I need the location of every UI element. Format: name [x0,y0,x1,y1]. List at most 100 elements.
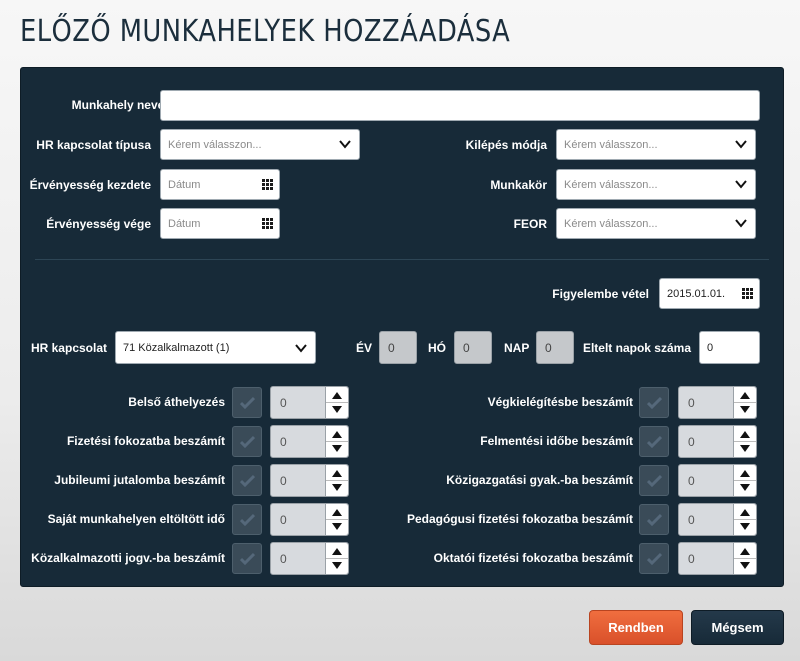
spinner-buttons[interactable] [325,543,348,574]
spinner-up-icon[interactable] [332,509,342,516]
valid-from-label: Érvényesség kezdete [29,178,151,192]
workplace-name-input[interactable] [160,90,760,121]
row-label: Közalkalmazotti jogv.-ba beszámít [31,551,225,565]
spinner-down-icon[interactable] [740,484,750,491]
job-placeholder: Kérem válasszon... [564,178,658,191]
hr-type-placeholder: Kérem válasszon... [168,138,262,151]
day-label: NAP [504,341,530,355]
row-label: Fizetési fokozatba beszámít [66,434,225,448]
spinner-up-icon[interactable] [740,431,750,438]
row-spinner[interactable]: 0 [678,503,757,536]
hr-type-select[interactable]: Kérem válasszon... [160,129,360,160]
row-label: Felmentési időbe beszámít [480,434,633,448]
spinner-down-icon[interactable] [740,562,750,569]
row-label: Jubileumi jutalomba beszámít [54,473,225,487]
row-checkbox[interactable] [639,426,669,457]
spinner-divider [734,558,756,559]
spinner-down-icon[interactable] [740,445,750,452]
check-icon [240,513,255,526]
row-spinner[interactable]: 0 [270,386,349,419]
consider-date-value: 2015.01.01. [667,287,726,300]
spinner-down-icon[interactable] [740,406,750,413]
job-select[interactable]: Kérem válasszon... [556,169,756,200]
spinner-up-icon[interactable] [740,548,750,555]
spinner-buttons[interactable] [733,465,756,496]
spinner-down-icon[interactable] [332,562,342,569]
spinner-divider [734,519,756,520]
spinner-up-icon[interactable] [332,470,342,477]
row-spinner-value: 0 [280,396,287,410]
day-value: 0 [536,331,574,364]
row-spinner[interactable]: 0 [270,425,349,458]
spinner-divider [734,441,756,442]
valid-from-input[interactable]: Dátum [160,169,280,200]
calendar-icon[interactable] [262,218,273,229]
job-label: Munkakör [490,178,547,192]
valid-from-placeholder: Dátum [168,178,201,191]
spinner-buttons[interactable] [733,543,756,574]
row-label: Belső áthelyezés [128,395,225,409]
chevron-down-icon [735,219,747,228]
consider-label: Figyelembe vétel [552,287,649,301]
row-spinner[interactable]: 0 [678,425,757,458]
row-checkbox[interactable] [639,504,669,535]
calendar-icon[interactable] [742,288,753,299]
check-icon [240,552,255,565]
row-spinner-value: 0 [688,396,695,410]
spinner-up-icon[interactable] [740,470,750,477]
spinner-down-icon[interactable] [332,484,342,491]
consider-date-input[interactable]: 2015.01.01. [659,278,760,309]
exit-mode-select[interactable]: Kérem válasszon... [556,129,756,160]
row-spinner[interactable]: 0 [678,464,757,497]
spinner-buttons[interactable] [325,465,348,496]
year-label: ÉV [356,341,373,355]
row-spinner-value: 0 [280,513,287,527]
spinner-up-icon[interactable] [740,392,750,399]
spinner-down-icon[interactable] [740,523,750,530]
row-spinner[interactable]: 0 [270,464,349,497]
spinner-up-icon[interactable] [332,392,342,399]
row-checkbox[interactable] [232,543,262,574]
row-checkbox[interactable] [232,426,262,457]
cancel-button[interactable]: Mégsem [691,610,784,645]
check-icon [647,552,662,565]
spinner-up-icon[interactable] [332,548,342,555]
ok-button[interactable]: Rendben [589,610,683,645]
row-checkbox[interactable] [639,543,669,574]
row-spinner[interactable]: 0 [678,542,757,575]
row-label: Oktatói fizetési fokozatba beszámít [433,551,633,565]
row-checkbox[interactable] [232,465,262,496]
calendar-icon[interactable] [262,179,273,190]
spinner-down-icon[interactable] [332,445,342,452]
month-label: HÓ [428,341,446,355]
year-value: 0 [379,331,417,364]
row-checkbox[interactable] [639,465,669,496]
row-label: Végkielégítésbe beszámít [487,395,633,409]
valid-to-input[interactable]: Dátum [160,208,280,239]
row-checkbox[interactable] [639,387,669,418]
spinner-up-icon[interactable] [740,509,750,516]
row-spinner[interactable]: 0 [678,386,757,419]
spinner-down-icon[interactable] [332,523,342,530]
spinner-divider [326,519,348,520]
spinner-divider [326,558,348,559]
row-spinner[interactable]: 0 [270,542,349,575]
row-spinner-value: 0 [688,474,695,488]
spinner-down-icon[interactable] [332,406,342,413]
feor-select[interactable]: Kérem válasszon... [556,208,756,239]
elapsed-input[interactable]: 0 [699,331,760,364]
spinner-up-icon[interactable] [332,431,342,438]
row-spinner-value: 0 [688,435,695,449]
row-spinner[interactable]: 0 [270,503,349,536]
row-checkbox[interactable] [232,504,262,535]
spinner-buttons[interactable] [733,387,756,418]
spinner-buttons[interactable] [733,426,756,457]
spinner-buttons[interactable] [325,426,348,457]
spinner-buttons[interactable] [325,387,348,418]
spinner-buttons[interactable] [733,504,756,535]
spinner-divider [326,441,348,442]
row-checkbox[interactable] [232,387,262,418]
spinner-buttons[interactable] [325,504,348,535]
hr-label: HR kapcsolat [30,341,107,355]
hr-select[interactable]: 71 Közalkalmazott (1) [115,331,316,364]
